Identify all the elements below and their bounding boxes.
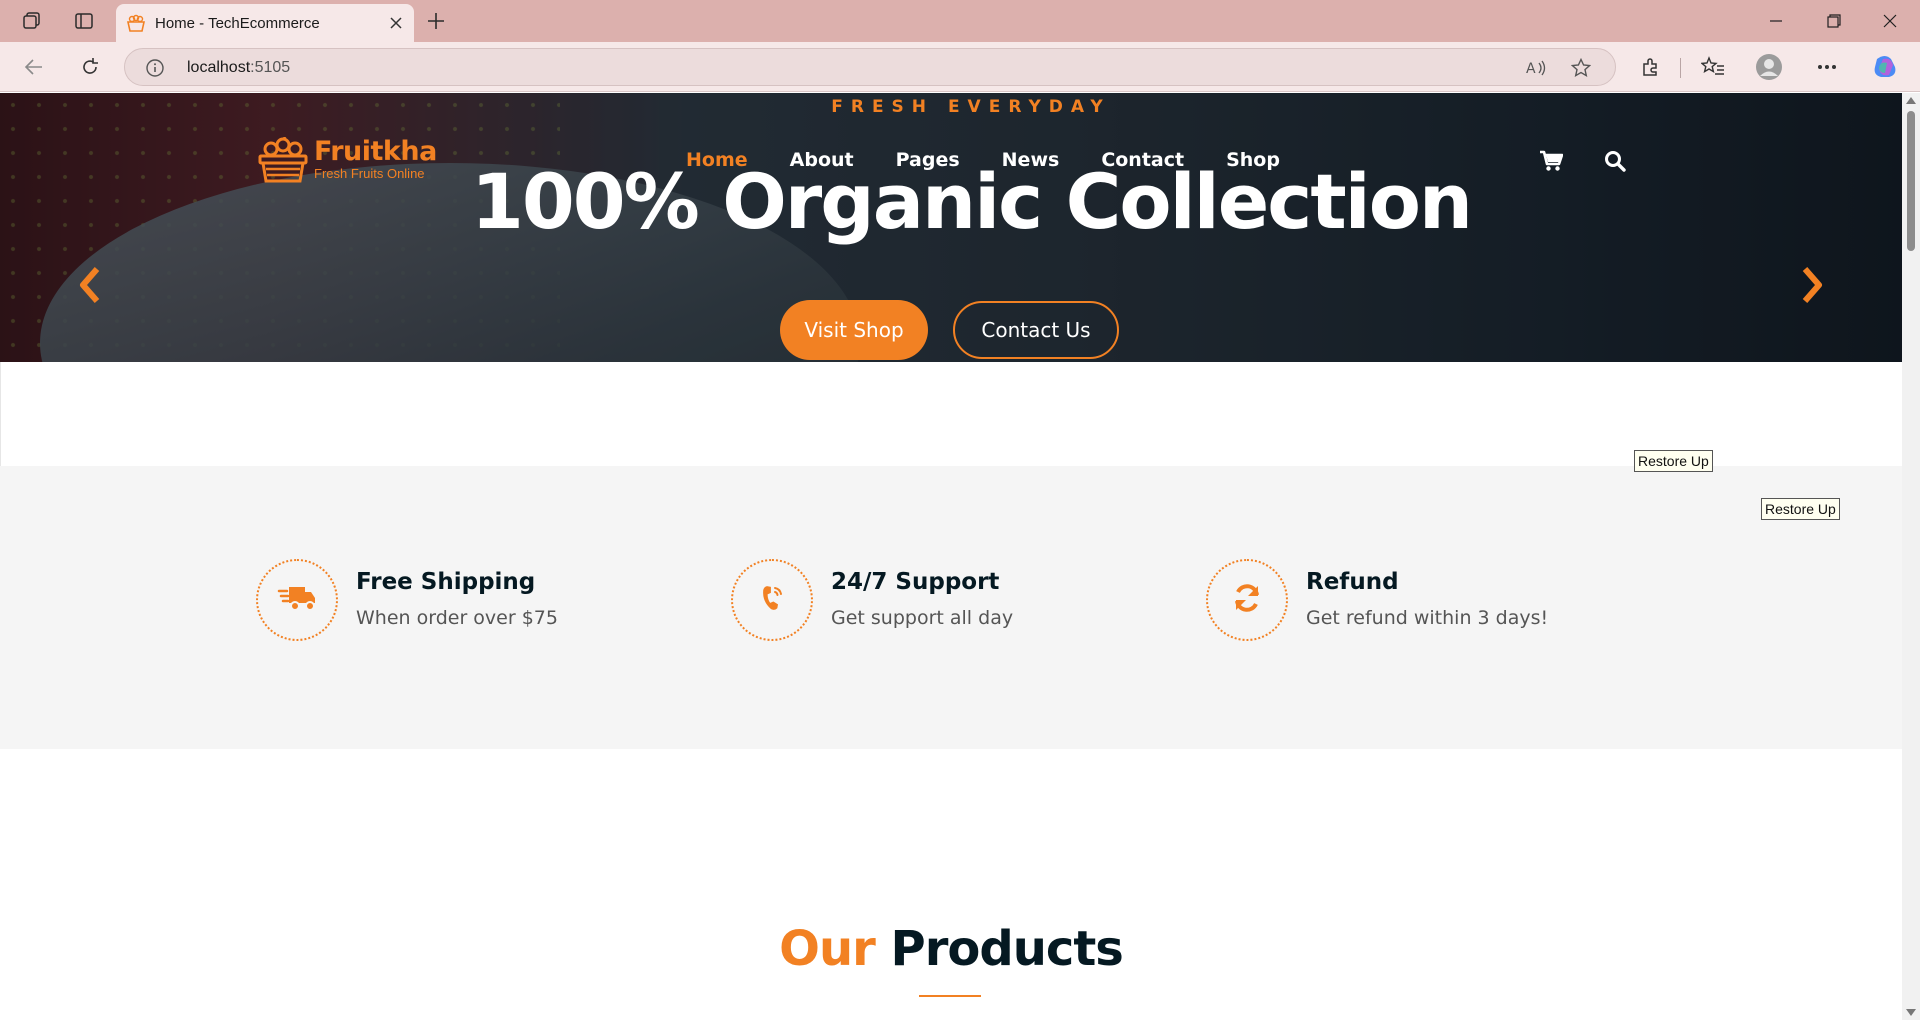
refresh-icon (1231, 582, 1263, 618)
address-bar[interactable]: localhost:5105 A (124, 48, 1616, 86)
address-port: :5105 (250, 59, 291, 76)
scroll-down-arrow-icon[interactable] (1906, 1009, 1916, 1016)
slider-next-arrow-icon[interactable] (1792, 263, 1832, 307)
feature-icon-circle (256, 559, 338, 641)
reload-icon[interactable] (72, 51, 108, 83)
restore-up-button[interactable]: Restore Up (1761, 498, 1840, 520)
feature-title: 24/7 Support (831, 569, 1000, 595)
products-heading-accent: Our (779, 921, 876, 977)
restore-up-button[interactable]: Restore Up (1634, 450, 1713, 472)
features-section: Free Shipping When order over $75 24/7 S… (0, 466, 1902, 749)
feature-subtitle: When order over $75 (356, 607, 558, 629)
feature-subtitle: Get support all day (831, 607, 1014, 629)
more-options-icon[interactable] (1812, 53, 1842, 81)
visit-shop-button[interactable]: Visit Shop (780, 300, 928, 360)
restore-window-icon[interactable] (1806, 0, 1862, 42)
extensions-icon[interactable] (1636, 53, 1666, 81)
browser-tab-bar: Home - TechEcommerce (0, 0, 1920, 42)
close-tab-icon[interactable] (386, 13, 406, 33)
active-tab[interactable]: Home - TechEcommerce (116, 4, 414, 42)
address-host: localhost (187, 59, 251, 76)
page-viewport: Fruitkha Fresh Fruits Online Home About … (0, 93, 1902, 1020)
feature-icon-circle (1206, 559, 1288, 641)
hero-spacer (0, 362, 1902, 466)
favorite-star-icon[interactable] (1569, 57, 1593, 79)
contact-us-button[interactable]: Contact Us (953, 301, 1119, 359)
copilot-icon[interactable] (1870, 53, 1900, 81)
address-url: localhost:5105 (187, 59, 290, 77)
products-heading-underline (919, 995, 981, 997)
page-scrollbar[interactable] (1902, 93, 1920, 1020)
slider-prev-arrow-icon[interactable] (70, 263, 110, 307)
hero-slider: Fruitkha Fresh Fruits Online Home About … (0, 93, 1902, 362)
hero-subtitle: FRESH EVERYDAY (831, 97, 1111, 117)
products-heading-rest: Products (890, 921, 1124, 977)
hero-title: 100% Organic Collection (470, 157, 1473, 246)
fruit-basket-favicon-icon (126, 14, 146, 36)
favorites-icon[interactable] (1698, 53, 1728, 81)
feature-icon-circle (731, 559, 813, 641)
site-info-icon[interactable] (145, 58, 165, 82)
new-tab-icon[interactable] (420, 6, 452, 36)
scrollbar-thumb[interactable] (1907, 111, 1915, 251)
profile-avatar-icon[interactable] (1754, 53, 1784, 81)
feature-title: Free Shipping (356, 569, 536, 595)
close-window-icon[interactable] (1862, 0, 1918, 42)
vertical-tabs-icon[interactable] (66, 6, 102, 36)
back-icon[interactable] (16, 51, 52, 83)
truck-icon (277, 583, 317, 617)
products-heading: Our Products (0, 921, 1902, 977)
tab-title: Home - TechEcommerce (155, 15, 320, 32)
toolbar-separator (1680, 58, 1681, 78)
workspaces-icon[interactable] (14, 6, 50, 36)
feature-title: Refund (1306, 569, 1399, 595)
browser-toolbar: localhost:5105 A (0, 42, 1920, 92)
read-aloud-icon[interactable]: A (1525, 57, 1549, 79)
phone-icon (757, 583, 787, 617)
minimize-icon[interactable] (1748, 0, 1804, 42)
svg-text:A: A (1526, 61, 1536, 77)
scroll-up-arrow-icon[interactable] (1906, 97, 1916, 104)
feature-subtitle: Get refund within 3 days! (1306, 607, 1549, 629)
